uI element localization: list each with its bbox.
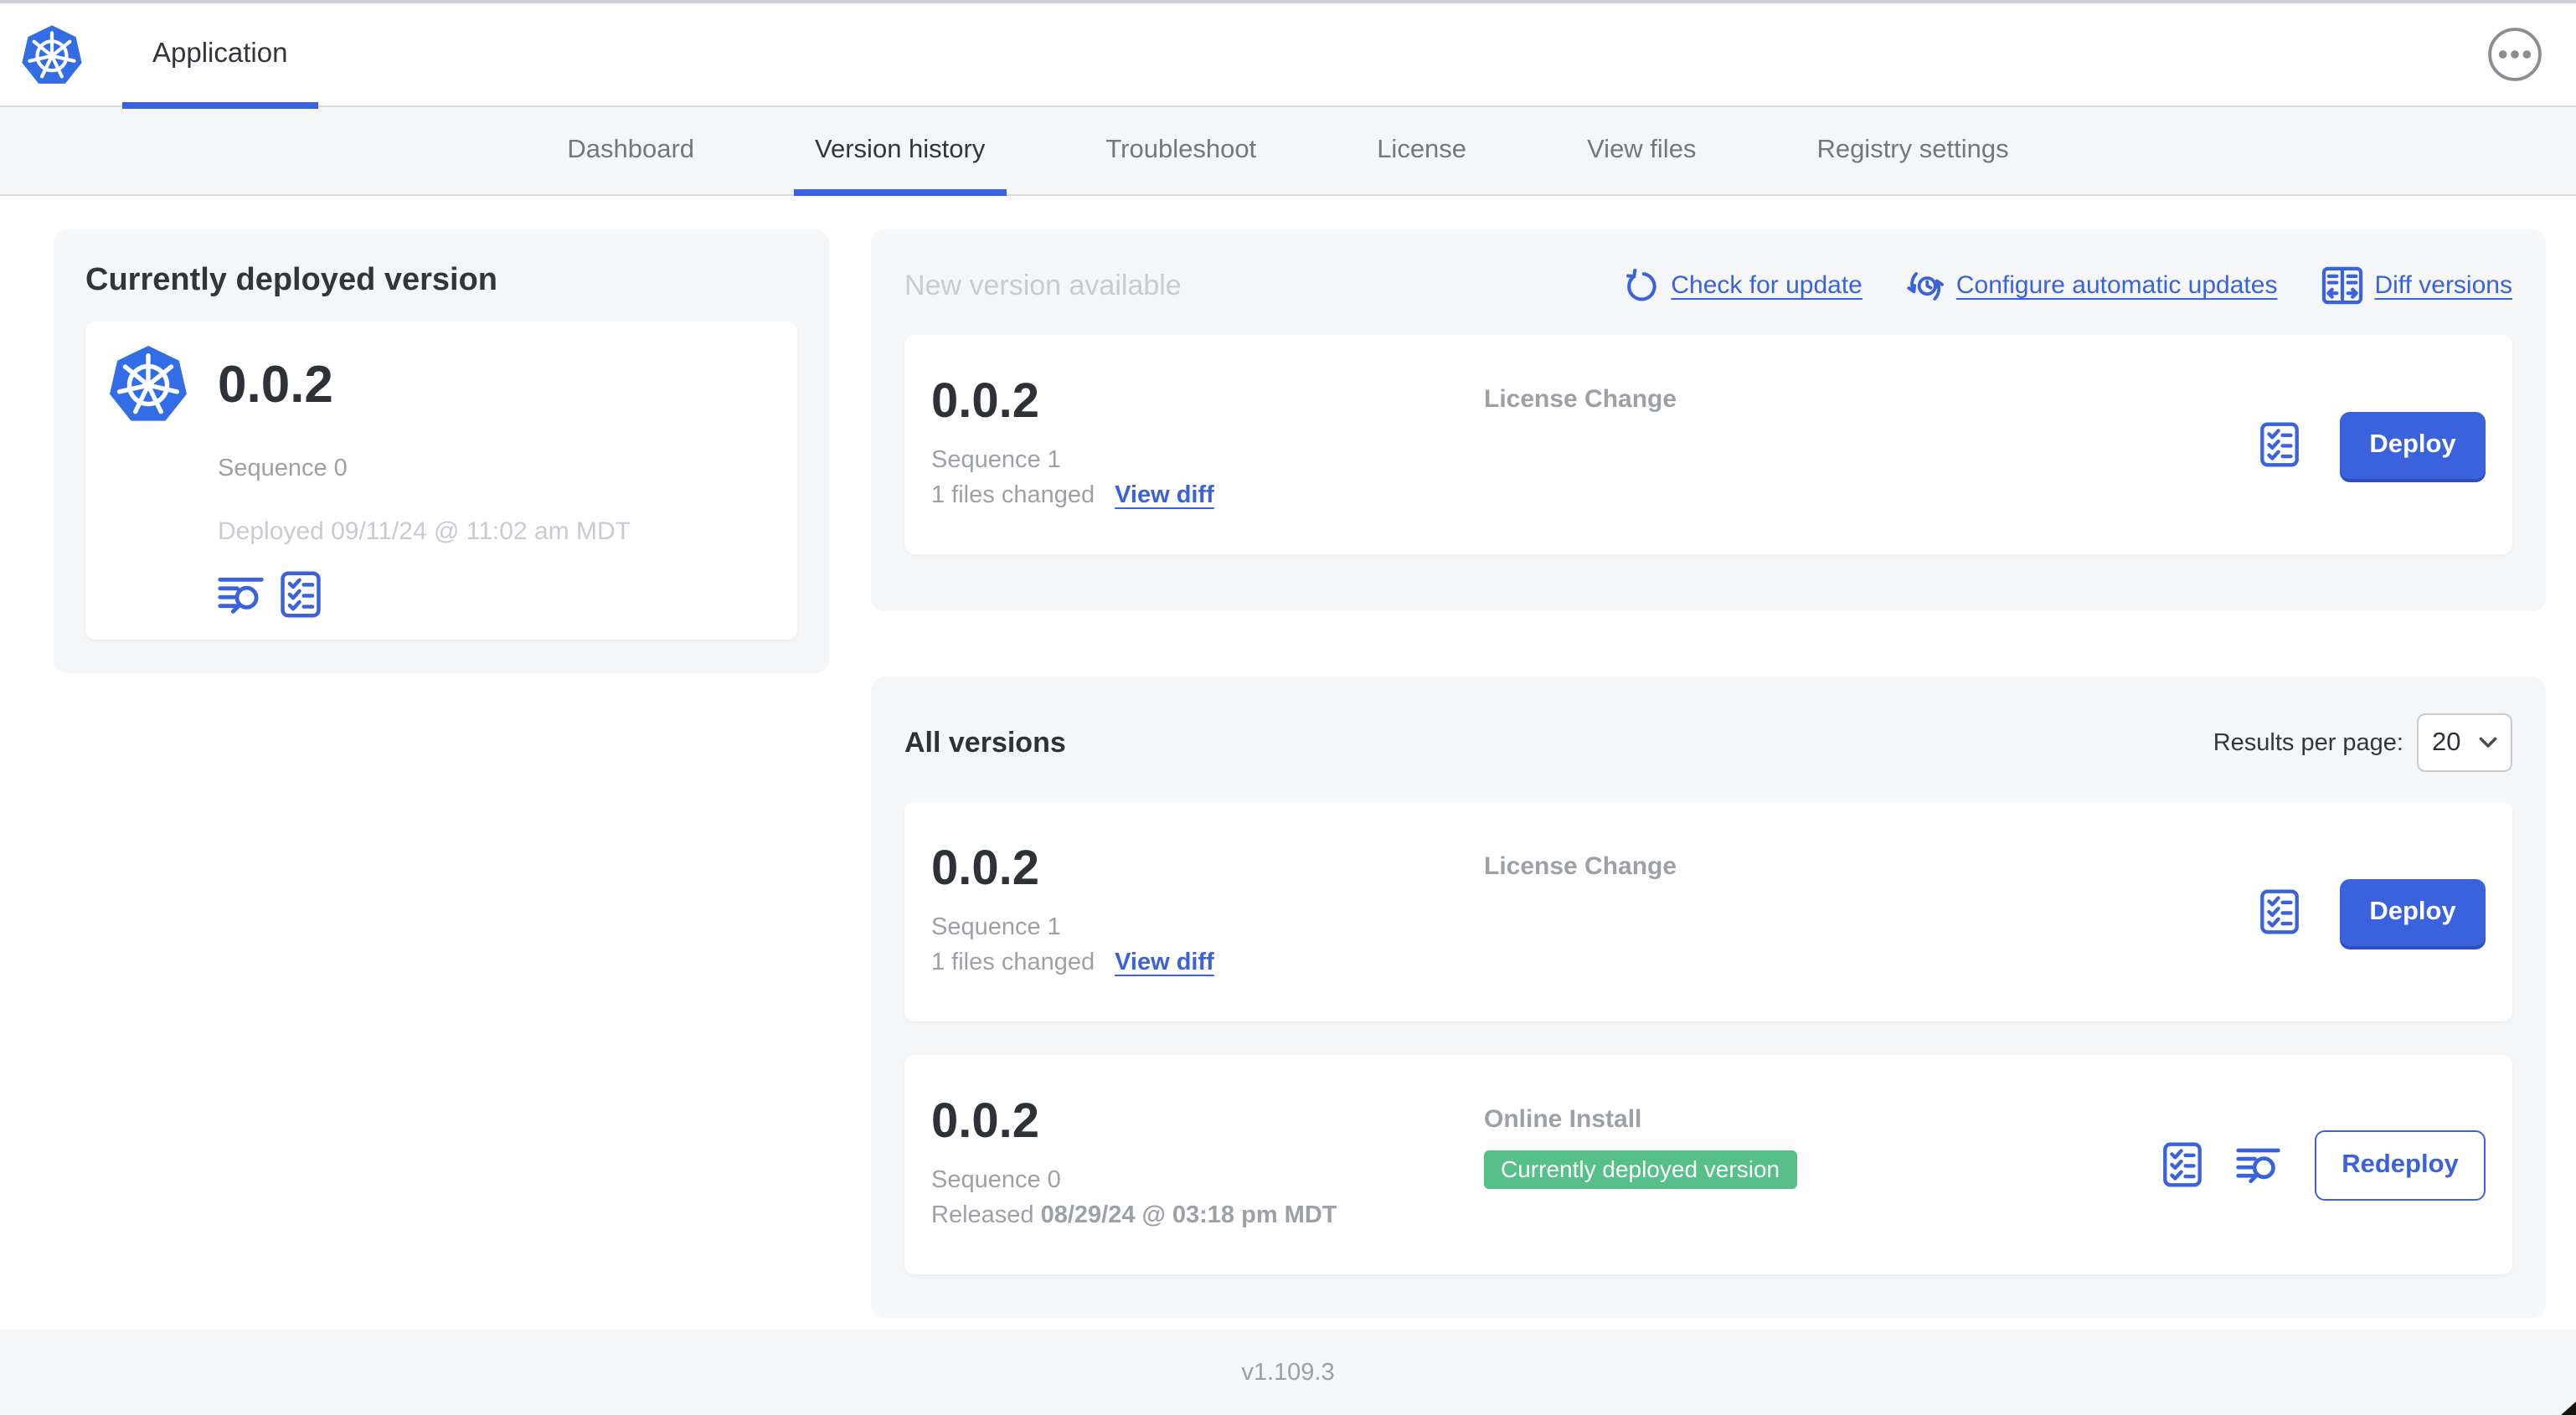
tab-license[interactable]: License (1316, 107, 1527, 194)
main-content: Currently deployed version 0.0.2 Sequenc… (0, 196, 2576, 1318)
files-changed-label: 1 files changed (931, 482, 1095, 509)
preflight-checks-icon[interactable] (2162, 1142, 2202, 1187)
top-bar: Application (0, 0, 2576, 109)
tab-dashboard[interactable]: Dashboard (507, 107, 755, 194)
row-version-number: 0.0.2 (931, 375, 1039, 429)
tab-view-files[interactable]: View files (1527, 107, 1756, 194)
tab-troubleshoot[interactable]: Troubleshoot (1045, 107, 1316, 194)
currently-deployed-badge: Currently deployed version (1484, 1150, 1797, 1189)
results-per-page-label: Results per page: (2213, 729, 2403, 756)
check-for-update-link[interactable]: Check for update (1622, 267, 1862, 304)
right-column: New version available Check for update C… (871, 229, 2546, 1318)
auto-update-clock-icon (1907, 272, 1944, 301)
page: Application Dashboard Version history Tr… (0, 0, 2576, 1415)
current-deployed-timestamp: Deployed 09/11/24 @ 11:02 am MDT (218, 517, 631, 546)
results-per-page-value: 20 (2432, 728, 2461, 756)
new-version-row: 0.0.2 Sequence 1 1 files changed View di… (904, 335, 2512, 554)
view-logs-icon[interactable] (218, 574, 265, 615)
new-version-heading: New version available (904, 269, 1182, 301)
diff-versions-link[interactable]: Diff versions (2321, 266, 2512, 305)
row-sequence: Sequence 1 (931, 447, 1061, 474)
admin-console-version: v1.109.3 (1241, 1359, 1335, 1386)
diff-icon (2321, 266, 2362, 305)
version-source-label: Online Install (1484, 1105, 1642, 1134)
current-version-number: 0.0.2 (218, 354, 333, 413)
refresh-icon (1625, 267, 1656, 301)
current-version-box: 0.0.2 Sequence 0 Deployed 09/11/24 @ 11:… (85, 322, 797, 640)
current-sequence: Sequence 0 (218, 455, 348, 482)
version-source-label: License Change (1484, 852, 1677, 881)
files-changed-label: 1 files changed (931, 949, 1095, 976)
chevron-down-icon (2479, 737, 2497, 748)
row-sequence: Sequence 0 (931, 1167, 1061, 1194)
app-tab[interactable]: Application (122, 3, 317, 109)
app-nav: Dashboard Version history Troubleshoot L… (0, 105, 2576, 196)
view-diff-link[interactable]: View diff (1115, 949, 1214, 976)
deploy-button[interactable]: Deploy (2340, 411, 2486, 478)
row-released-timestamp: Released 08/29/24 @ 03:18 pm MDT (931, 1202, 1337, 1229)
deploy-button[interactable]: Deploy (2340, 878, 2486, 945)
preflight-checks-icon[interactable] (280, 571, 322, 618)
more-options-icon[interactable] (2487, 27, 2543, 82)
row-sequence: Sequence 1 (931, 914, 1061, 941)
view-diff-link[interactable]: View diff (1115, 482, 1214, 509)
currently-deployed-title: Currently deployed version (85, 263, 498, 298)
redeploy-button[interactable]: Redeploy (2315, 1129, 2486, 1200)
tab-registry-settings[interactable]: Registry settings (1756, 107, 2069, 194)
version-source-label: License Change (1484, 385, 1677, 414)
preflight-checks-icon[interactable] (2259, 422, 2300, 467)
all-versions-title: All versions (904, 726, 1066, 758)
results-per-page-select[interactable]: 20 (2417, 713, 2512, 772)
row-version-number: 0.0.2 (931, 842, 1039, 896)
kubernetes-logo-icon (22, 24, 82, 83)
kubernetes-app-icon (110, 345, 187, 421)
app-tab-label: Application (152, 39, 288, 69)
tab-version-history[interactable]: Version history (755, 107, 1045, 196)
footer: v1.109.3 (0, 1330, 2576, 1415)
row-version-number: 0.0.2 (931, 1095, 1039, 1149)
currently-deployed-card: Currently deployed version 0.0.2 Sequenc… (54, 229, 829, 673)
preflight-checks-icon[interactable] (2259, 889, 2300, 934)
view-logs-icon[interactable] (2236, 1145, 2281, 1185)
configure-automatic-updates-link[interactable]: Configure automatic updates (1906, 266, 2277, 305)
version-row-sequence-1: 0.0.2 Sequence 1 1 files changed View di… (904, 802, 2512, 1021)
all-versions-card: All versions Results per page: 20 0.0.2 … (871, 677, 2546, 1318)
version-row-sequence-0: 0.0.2 Sequence 0 Released 08/29/24 @ 03:… (904, 1055, 2512, 1274)
new-version-card: New version available Check for update C… (871, 229, 2546, 611)
